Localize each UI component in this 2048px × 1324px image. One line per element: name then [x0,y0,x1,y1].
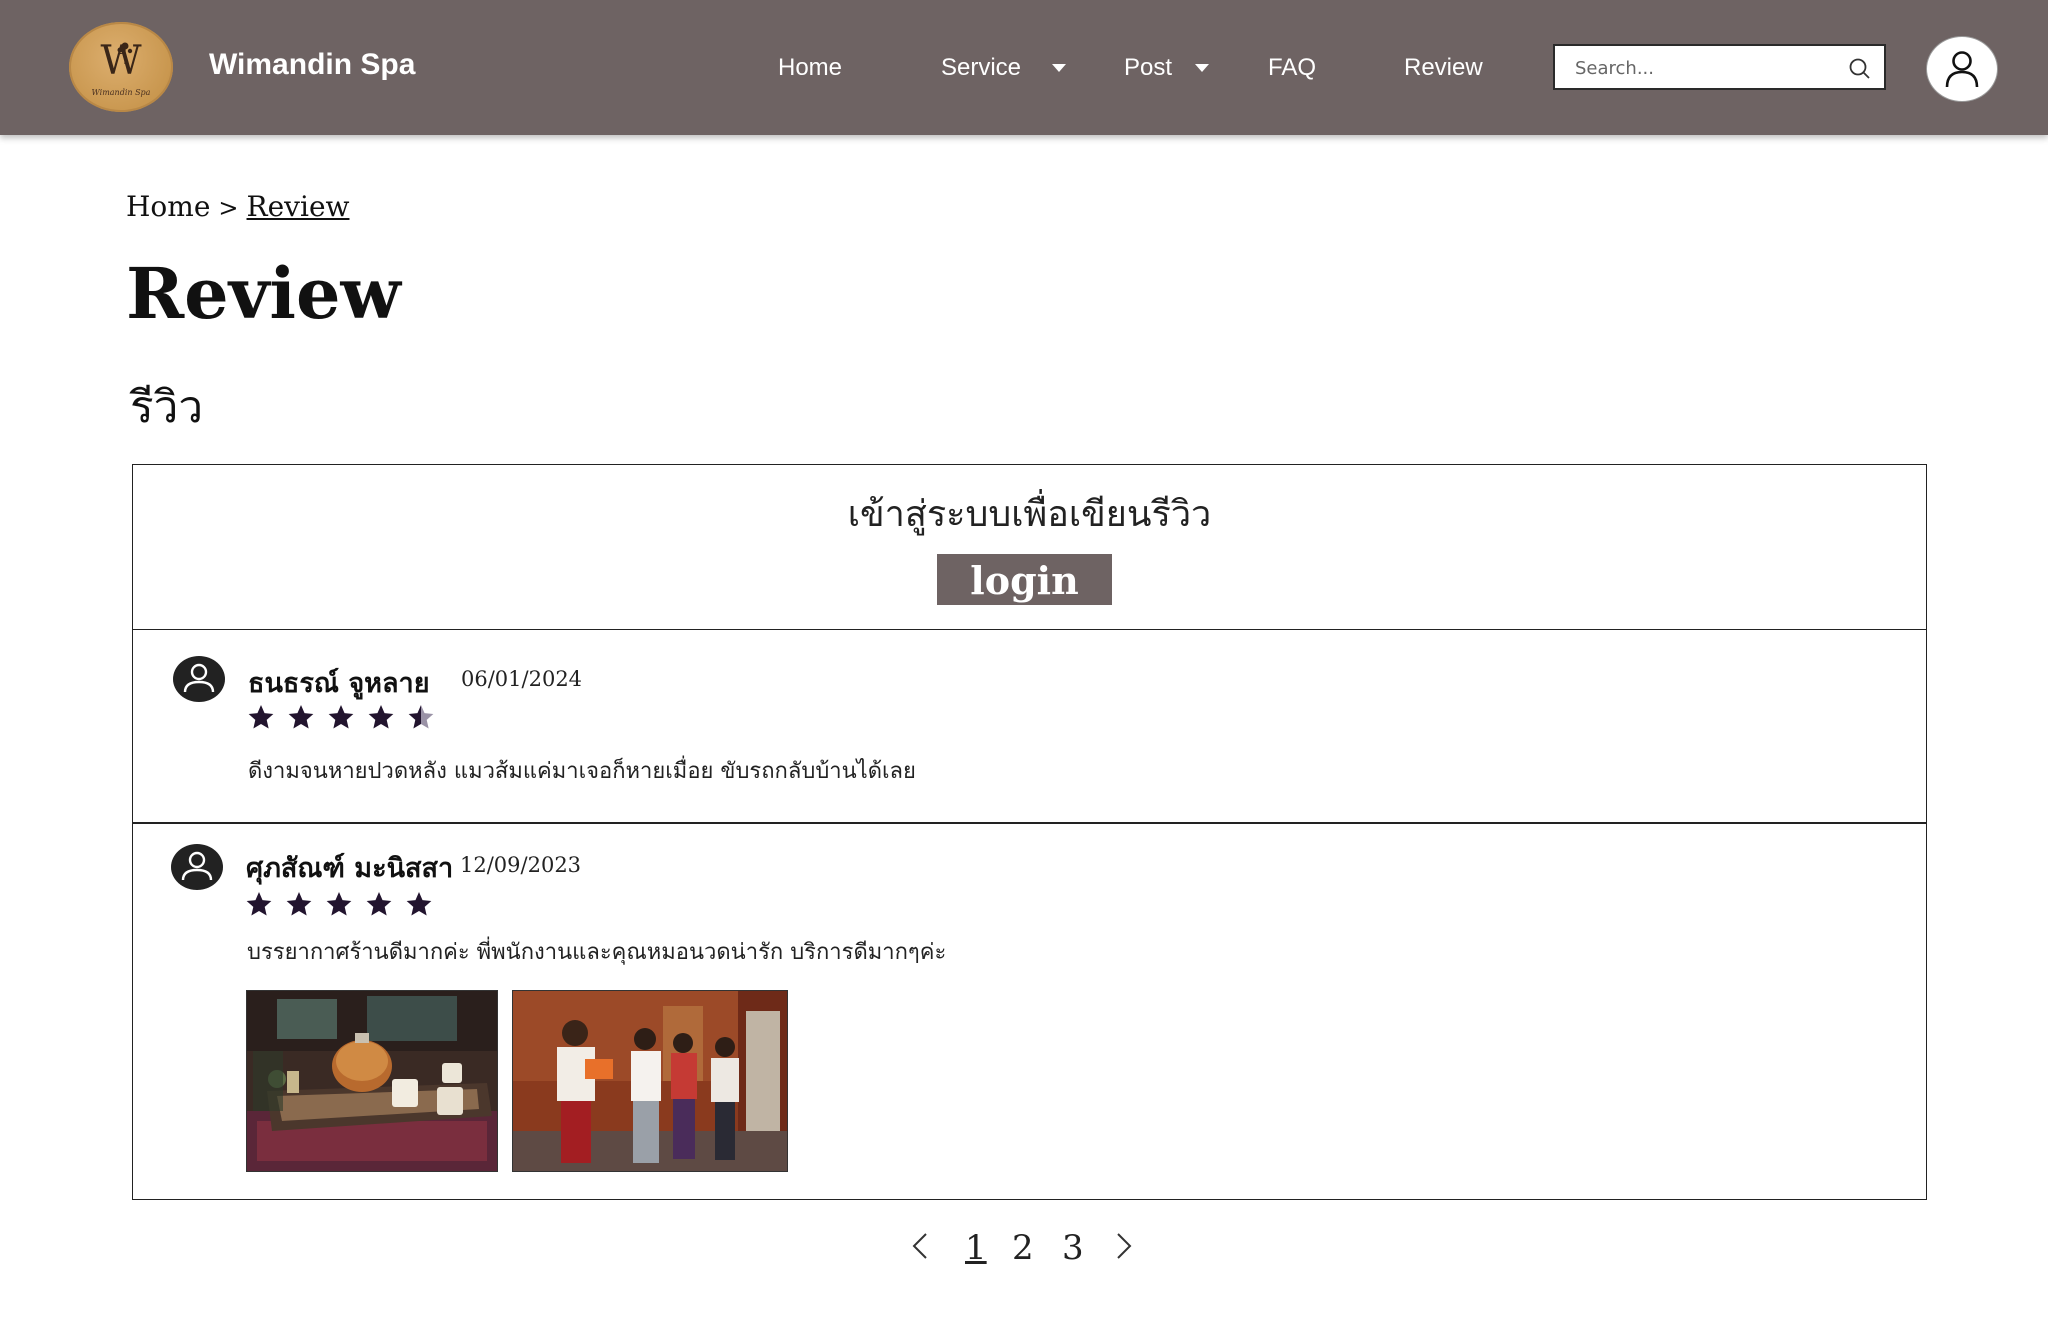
top-navigation-bar: W Wimandin Spa Wimandin Spa Home Service… [0,0,2048,135]
nav-service[interactable]: Service [941,54,1021,82]
review-text: บรรยากาศร้านดีมากค่ะ พี่พนักงานและคุณหมอ… [247,940,947,965]
login-prompt-text: เข้าสู่ระบบเพื่อเขียนรีวิว [847,494,1212,535]
search-input[interactable] [1573,54,1837,82]
review-photo-tea-set[interactable] [246,990,498,1172]
page-subtitle: รีวิว [130,382,204,433]
logo-letter: W [100,38,142,84]
service-dropdown-icon[interactable] [1052,64,1066,72]
review-item: ธนธรณ์ จูหลาย 06/01/2024 ดีงามจนหายปวดหล… [133,629,1926,824]
rating-stars [246,892,432,916]
star-icon [408,705,434,729]
reviewer-avatar-icon [171,844,223,890]
review-date: 06/01/2024 [461,667,583,691]
review-panel: เข้าสู่ระบบเพื่อเขียนรีวิว login ธนธรณ์ … [132,464,1927,1200]
star-icon [406,892,432,916]
tea-set-image [247,991,497,1171]
reviewer-name: ธนธรณ์ จูหลาย [248,668,430,699]
search-box [1553,44,1886,90]
nav-home[interactable]: Home [778,54,842,82]
logo-caption: Wimandin Spa [91,88,151,97]
post-dropdown-icon[interactable] [1195,64,1209,72]
brand-name[interactable]: Wimandin Spa [209,48,415,82]
review-photo-staff[interactable] [512,990,788,1172]
review-text: ดีงามจนหายปวดหลัง แมวส้มแค่มาเจอก็หายเมื… [248,759,916,784]
review-item: ศุภสัณฑ์ มะนิสสา 12/09/2023 บรรยากาศร้าน… [133,824,1926,1199]
page-1-link[interactable]: 1 [965,1228,987,1268]
breadcrumb-home[interactable]: Home [126,190,210,223]
star-icon [288,705,314,729]
breadcrumb: Home > Review [126,190,349,223]
login-button[interactable]: login [937,554,1112,605]
breadcrumb-current[interactable]: Review [247,190,350,223]
reviewer-avatar-icon [173,656,225,702]
star-icon [368,705,394,729]
chevron-left-icon[interactable] [912,1232,928,1260]
star-icon [328,705,354,729]
user-icon [1945,51,1979,88]
nav-faq[interactable]: FAQ [1268,54,1316,82]
nav-post[interactable]: Post [1124,54,1172,82]
reviewer-name: ศุภสัณฑ์ มะนิสสา [246,853,454,884]
spa-logo[interactable]: W Wimandin Spa [69,22,173,112]
login-prompt-section: เข้าสู่ระบบเพื่อเขียนรีวิว login [133,465,1926,630]
star-icon [326,892,352,916]
breadcrumb-separator: > [218,194,239,222]
staff-group-image [513,991,787,1171]
user-account-button[interactable] [1926,36,1998,102]
star-icon [366,892,392,916]
page-3-link[interactable]: 3 [1062,1228,1084,1268]
nav-review[interactable]: Review [1404,54,1483,82]
rating-stars [248,705,434,729]
search-icon[interactable] [1848,57,1872,81]
pagination: 1 2 3 [900,1220,1150,1280]
page-2-link[interactable]: 2 [1012,1228,1034,1268]
chevron-right-icon[interactable] [1116,1232,1132,1260]
star-icon [248,705,274,729]
review-date: 12/09/2023 [460,853,582,877]
star-icon [246,892,272,916]
page-title: Review [126,252,401,335]
star-icon [286,892,312,916]
